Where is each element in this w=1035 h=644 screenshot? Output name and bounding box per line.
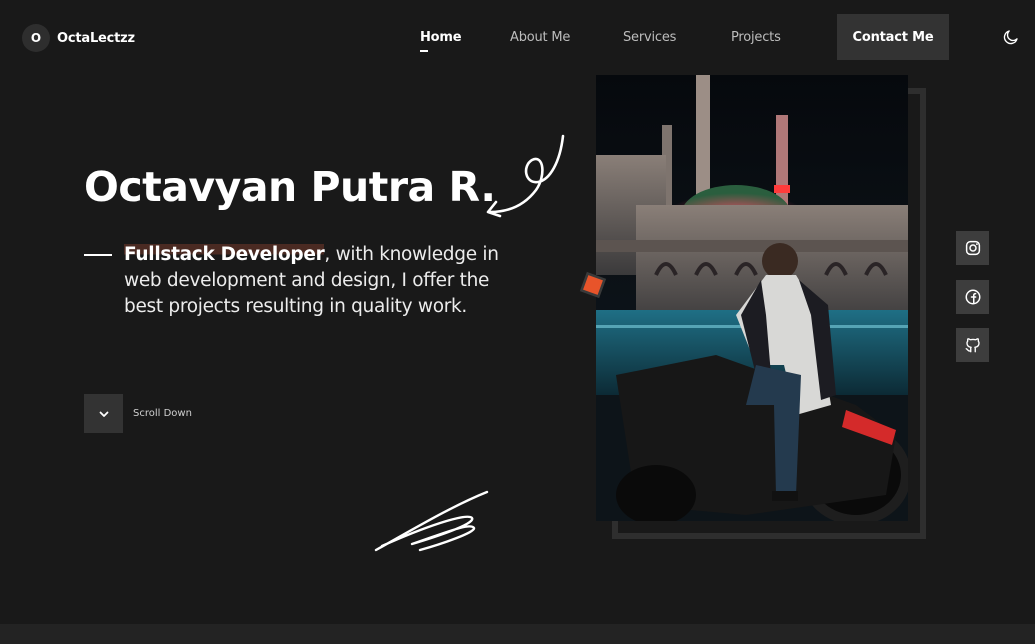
moon-icon[interactable] — [1002, 28, 1020, 46]
top-navbar: O OctaLectzz Home About Me Services Proj… — [0, 0, 1035, 76]
role-highlight: Fullstack Developer — [124, 244, 325, 265]
nav-link-projects[interactable]: Projects — [731, 30, 781, 45]
logo-text: OctaLectzz — [57, 30, 135, 46]
social-github-button[interactable] — [956, 328, 989, 362]
description-dash — [84, 254, 112, 256]
chevron-down-icon — [99, 411, 108, 417]
hero-description: Fullstack Developer, with knowledge in w… — [124, 242, 504, 320]
next-section-edge — [0, 624, 1035, 644]
instagram-icon — [965, 240, 980, 256]
contact-me-button[interactable]: Contact Me — [837, 14, 949, 60]
nav-link-services[interactable]: Services — [623, 30, 676, 45]
social-facebook-button[interactable] — [956, 280, 989, 314]
github-icon — [965, 338, 980, 353]
nav-link-about-me[interactable]: About Me — [510, 30, 570, 45]
orange-diamond-decoration — [579, 271, 607, 299]
site-logo[interactable]: O OctaLectzz — [22, 24, 135, 52]
facebook-icon — [965, 289, 980, 305]
scroll-down-label: Scroll Down — [133, 408, 192, 419]
profile-photo — [596, 75, 908, 521]
scribble-doodle — [374, 490, 489, 552]
social-instagram-button[interactable] — [956, 231, 989, 265]
profile-photo-illustration — [596, 75, 908, 521]
nav-link-home[interactable]: Home — [420, 30, 462, 45]
curly-arrow-doodle — [486, 134, 565, 218]
active-nav-indicator — [420, 50, 428, 52]
logo-badge: O — [22, 24, 50, 52]
hero-name: Octavyan Putra R. — [84, 163, 496, 211]
scroll-down-button[interactable] — [84, 394, 123, 433]
